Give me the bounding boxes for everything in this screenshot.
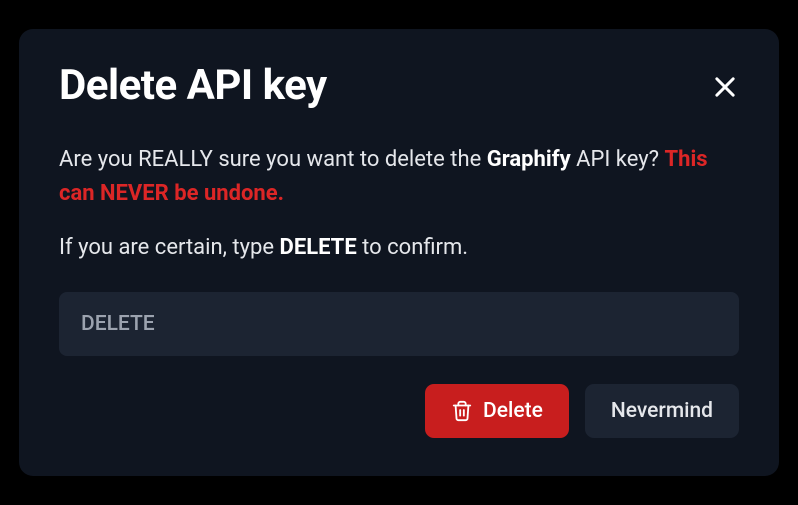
dialog-actions: Delete Nevermind [59,384,739,438]
trash-icon [451,400,473,422]
confirm-suffix: to confirm. [357,235,468,260]
cancel-button-label: Nevermind [611,399,713,423]
confirm-input[interactable] [59,292,739,356]
dialog-body-text: Are you REALLY sure you want to delete t… [59,143,739,211]
cancel-button[interactable]: Nevermind [585,384,739,438]
close-button[interactable] [707,69,743,105]
dialog-title: Delete API key [59,63,327,109]
delete-button-label: Delete [483,399,543,423]
confirm-prefix: If you are certain, type [59,235,280,260]
dialog-header: Delete API key [59,63,739,109]
delete-api-key-dialog: Delete API key Are you REALLY sure you w… [19,29,779,476]
api-key-name: Graphify [487,147,571,172]
body-suffix: API key? [571,147,665,172]
confirm-keyword: DELETE [280,235,357,260]
confirm-prompt: If you are certain, type DELETE to confi… [59,231,739,264]
close-icon [711,73,739,101]
body-prefix: Are you REALLY sure you want to delete t… [59,147,487,172]
delete-button[interactable]: Delete [425,384,569,438]
